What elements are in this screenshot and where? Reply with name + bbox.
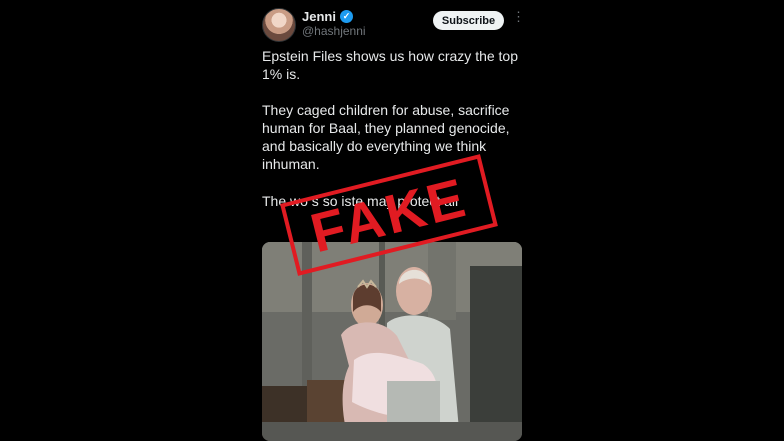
tweet-paragraph-1: Epstein Files shows us how crazy the top… bbox=[262, 48, 519, 82]
subscribe-button[interactable]: Subscribe bbox=[433, 11, 504, 30]
user-avatar[interactable] bbox=[262, 8, 296, 42]
user-handle[interactable]: @hashjenni bbox=[302, 24, 366, 38]
verified-badge-icon: ✓ bbox=[339, 10, 353, 23]
display-name[interactable]: Jenni ✓ bbox=[302, 9, 353, 24]
more-options-icon[interactable]: ⋮ bbox=[512, 10, 525, 23]
tweet-paragraph-2: They caged children for abuse, sacrifice… bbox=[262, 102, 510, 172]
